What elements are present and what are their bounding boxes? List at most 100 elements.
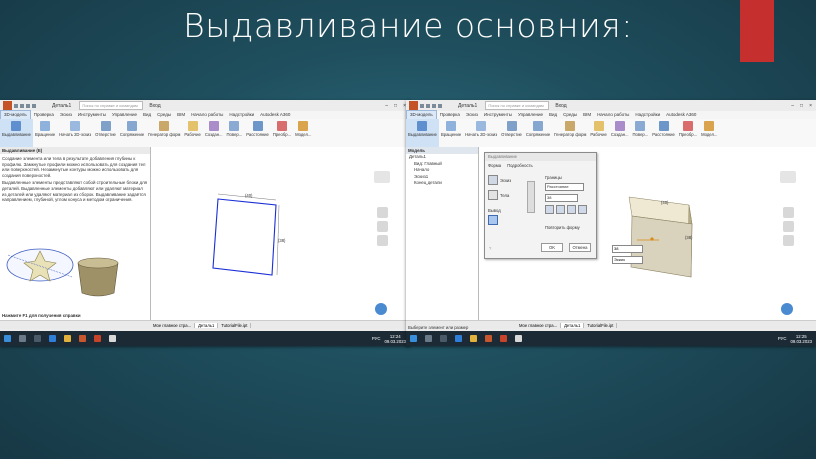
explorer-icon[interactable] (64, 335, 71, 342)
direction-2-icon[interactable] (556, 205, 565, 214)
hole-button[interactable]: Отверстие (499, 119, 524, 147)
tab-environments[interactable]: Среды (560, 111, 580, 119)
match-shape-checkbox[interactable]: Повторить форму (545, 225, 580, 230)
mini-distance-input[interactable]: 38 (612, 245, 643, 253)
new-file-icon[interactable] (420, 103, 424, 108)
tab-get-started[interactable]: Начало работы (594, 111, 632, 119)
tab-a360[interactable]: Autodesk A360 (663, 111, 699, 119)
start-sketch-button[interactable]: Начать 2D-эскиз (463, 119, 499, 147)
fillet-button[interactable]: Сопряжение (118, 119, 146, 147)
tab-inspect[interactable]: Проверка (31, 111, 57, 119)
windows-start-icon[interactable] (4, 335, 11, 342)
edge-icon[interactable] (455, 335, 462, 342)
measure-button[interactable]: Расстояние (650, 119, 677, 147)
new-file-icon[interactable] (14, 103, 18, 108)
share-icon[interactable] (375, 303, 387, 315)
tab-manage[interactable]: Управление (515, 111, 546, 119)
tab-bim[interactable]: BIM (174, 111, 188, 119)
work-features-button[interactable]: Рабочие (182, 119, 202, 147)
distance-input[interactable]: 38 (545, 194, 578, 202)
tab-bim[interactable]: BIM (580, 111, 594, 119)
tab-inspect[interactable]: Проверка (437, 111, 463, 119)
task-view-icon[interactable] (34, 335, 41, 342)
tab-tools[interactable]: Инструменты (481, 111, 515, 119)
undo-icon[interactable] (438, 103, 442, 108)
help-search-input[interactable]: Поиск по справке и командам (79, 101, 144, 110)
shape-generator-button[interactable]: Генератор форм (552, 119, 588, 147)
shape-generator-button[interactable]: Генератор форм (146, 119, 182, 147)
convert-button[interactable]: Преобр... (677, 119, 699, 147)
tab-shape[interactable]: Форма (488, 163, 501, 168)
revolve-button[interactable]: Вращение (439, 119, 463, 147)
doc-tab-part1[interactable]: Деталь1 (195, 322, 219, 328)
undo-icon[interactable] (32, 103, 36, 108)
operation-icons[interactable] (527, 181, 535, 213)
create-button[interactable]: Создан... (203, 119, 225, 147)
open-file-icon[interactable] (20, 103, 24, 108)
signin-link[interactable]: Вход (149, 103, 160, 109)
powerpoint-icon[interactable] (500, 335, 507, 342)
task-view-icon[interactable] (440, 335, 447, 342)
dimension-top[interactable]: (40) (245, 193, 253, 198)
open-file-icon[interactable] (426, 103, 430, 108)
app-icon[interactable] (109, 335, 116, 342)
hole-button[interactable]: Отверстие (93, 119, 118, 147)
close-icon[interactable]: × (809, 103, 812, 109)
measure-button[interactable]: Расстояние (244, 119, 271, 147)
start-sketch-button[interactable]: Начать 2D-эскиз (57, 119, 93, 147)
signin-link[interactable]: Вход (555, 103, 566, 109)
surface-button[interactable]: Повер... (631, 119, 651, 147)
language-indicator[interactable]: РУС (778, 336, 787, 341)
revolve-button[interactable]: Вращение (33, 119, 57, 147)
simulation-button[interactable]: Модел... (699, 119, 719, 147)
profile-select-icon[interactable] (488, 175, 498, 185)
doc-tab-part1[interactable]: Деталь1 (561, 322, 585, 328)
maximize-icon[interactable]: □ (800, 103, 803, 109)
inventor-logo-icon[interactable] (409, 101, 418, 110)
extents-select[interactable]: Расстояние (545, 183, 584, 191)
tab-sketch[interactable]: Эскиз (463, 111, 481, 119)
tab-3d-model[interactable]: 3D-модель (406, 110, 437, 119)
tab-a360[interactable]: Autodesk A360 (257, 111, 293, 119)
minimize-icon[interactable]: – (791, 103, 794, 109)
ok-button[interactable]: OK (541, 243, 563, 252)
doc-tab-home[interactable]: Мое главное стра... (150, 322, 196, 328)
tab-view[interactable]: Вид (546, 111, 560, 119)
extrude-button[interactable]: Выдавливание (0, 119, 33, 147)
save-icon[interactable] (26, 103, 30, 108)
minimize-icon[interactable]: – (385, 103, 388, 109)
tab-sketch[interactable]: Эскиз (57, 111, 75, 119)
output-solid-icon[interactable] (488, 215, 498, 225)
tab-addins[interactable]: Надстройки (226, 111, 257, 119)
tab-manage[interactable]: Управление (109, 111, 140, 119)
windows-start-icon[interactable] (410, 335, 417, 342)
cancel-button[interactable]: Отмена (569, 243, 591, 252)
system-clock[interactable]: 12:25 09.03.2023 (790, 334, 812, 344)
create-button[interactable]: Создан... (609, 119, 631, 147)
powerpoint-icon[interactable] (94, 335, 101, 342)
work-features-button[interactable]: Рабочие (588, 119, 608, 147)
asymmetric-icon[interactable] (578, 205, 587, 214)
tree-item-end-of-part[interactable]: Конец детали (406, 180, 478, 187)
doc-tab-tutorial[interactable]: TutorialFile.ipt (218, 322, 252, 328)
system-clock[interactable]: 12:24 09.03.2023 (384, 334, 406, 344)
explorer-icon[interactable] (470, 335, 477, 342)
sketch-rectangle[interactable] (212, 198, 277, 276)
help-search-input[interactable]: Поиск по справке и командам (485, 101, 550, 110)
doc-tab-home[interactable]: Мое главное стра... (516, 322, 562, 328)
dimension-right[interactable]: (38) (278, 238, 286, 243)
surface-button[interactable]: Повер... (225, 119, 245, 147)
graphics-canvas[interactable]: (40) (38) (151, 147, 410, 321)
tab-more[interactable]: Подробность (507, 163, 533, 168)
mini-profile-select[interactable]: Эскиз (612, 256, 643, 264)
symmetric-icon[interactable] (567, 205, 576, 214)
inventor-logo-icon[interactable] (3, 101, 12, 110)
share-icon[interactable] (781, 303, 793, 315)
extrude-button[interactable]: Выдавливание (406, 119, 439, 147)
save-icon[interactable] (432, 103, 436, 108)
convert-button[interactable]: Преобр... (271, 119, 293, 147)
inventor-taskbar-icon[interactable] (79, 335, 86, 342)
solids-select-icon[interactable] (488, 190, 498, 200)
tab-environments[interactable]: Среды (154, 111, 174, 119)
tab-view[interactable]: Вид (140, 111, 154, 119)
